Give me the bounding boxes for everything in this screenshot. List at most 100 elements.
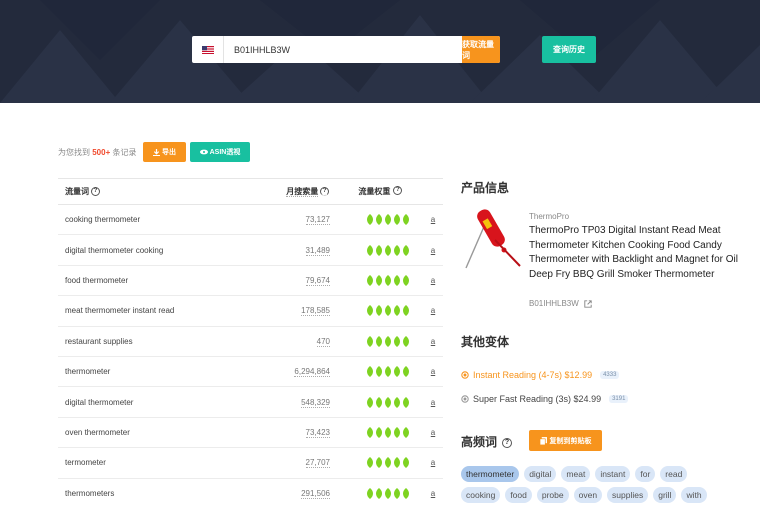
volume-value: 73,127: [305, 215, 330, 226]
amazon-link-icon[interactable]: a: [423, 489, 443, 498]
leaf-icon: [385, 274, 391, 286]
hot-word-tag[interactable]: grill: [653, 487, 677, 503]
help-icon[interactable]: ?: [393, 186, 403, 195]
leaf-icon: [385, 396, 391, 408]
leaf-icon: [403, 305, 409, 317]
table-row[interactable]: oven thermometer 73,423 a: [58, 418, 443, 449]
leaf-icon: [394, 335, 400, 347]
table-row[interactable]: meat thermometer instant read 178,585 a: [58, 296, 443, 327]
volume-cell[interactable]: 79,674: [278, 275, 330, 286]
table-row[interactable]: cooking thermometer 73,127 a: [58, 205, 443, 236]
table-row[interactable]: digital thermometer cooking 31,489 a: [58, 235, 443, 266]
get-keywords-button[interactable]: 获取流量词: [462, 36, 500, 63]
volume-cell[interactable]: 27,707: [278, 458, 330, 469]
amazon-link-icon[interactable]: a: [423, 276, 443, 285]
volume-cell[interactable]: 6,294,864: [278, 367, 330, 378]
table-body: cooking thermometer 73,127 a digital thermo…: [58, 205, 443, 507]
variant-item[interactable]: Instant Reading (4-7s) $12.99 4333: [461, 370, 620, 380]
hot-word-tag[interactable]: instant: [595, 466, 631, 482]
amazon-link-icon[interactable]: a: [423, 398, 443, 407]
amazon-link-icon[interactable]: a: [423, 215, 443, 224]
found-count: 500+: [92, 148, 111, 157]
table-row[interactable]: thermometers 291,506 a: [58, 479, 443, 507]
hot-word-tag[interactable]: food: [505, 487, 532, 503]
hot-word-tag[interactable]: probe: [536, 487, 569, 503]
us-flag-icon[interactable]: [192, 36, 224, 63]
leaf-icon: [367, 244, 373, 256]
table-row[interactable]: digital thermometer 548,329 a: [58, 387, 443, 418]
table-row[interactable]: thermometer 6,294,864 a: [58, 357, 443, 388]
copy-to-clipboard-button[interactable]: 复制到剪贴板: [529, 430, 602, 451]
volume-value: 79,674: [305, 275, 330, 286]
volume-cell[interactable]: 73,423: [278, 427, 330, 438]
leaf-icon: [385, 214, 391, 226]
help-icon[interactable]: ?: [320, 187, 330, 197]
leaf-icon: [403, 335, 409, 347]
col-weight: 流量权重?: [352, 186, 443, 197]
volume-cell[interactable]: 470: [278, 336, 330, 347]
asin-search-input[interactable]: [224, 37, 462, 62]
keyword-cell[interactable]: digital thermometer: [58, 398, 278, 407]
hot-word-tag[interactable]: meat: [561, 466, 591, 482]
weight-cell: [330, 244, 423, 256]
volume-cell[interactable]: 178,585: [278, 306, 330, 317]
radio-icon: [461, 395, 469, 403]
keyword-cell[interactable]: digital thermometer cooking: [58, 246, 278, 255]
leaf-icon: [376, 366, 382, 378]
hot-word-tag[interactable]: cooking: [461, 487, 501, 503]
weight-cell: [330, 426, 423, 438]
variant-item[interactable]: Super Fast Reading (3s) $24.99 3191: [461, 394, 629, 404]
keyword-cell[interactable]: meat thermometer instant read: [58, 306, 278, 315]
hot-word-tag[interactable]: digital: [524, 466, 557, 482]
table-row[interactable]: termometer 27,707 a: [58, 448, 443, 479]
leaf-icon: [394, 214, 400, 226]
volume-cell[interactable]: 73,127: [278, 215, 330, 226]
leaf-icon: [367, 426, 373, 438]
hot-word-tag[interactable]: read: [660, 466, 688, 482]
keyword-cell[interactable]: termometer: [58, 458, 278, 467]
keyword-cell[interactable]: food thermometer: [58, 276, 278, 285]
weight-cell: [330, 305, 423, 317]
export-button[interactable]: 导出: [143, 142, 186, 162]
amazon-link-icon[interactable]: a: [423, 428, 443, 437]
product-brand[interactable]: ThermoPro: [529, 212, 569, 221]
leaf-icon: [403, 426, 409, 438]
hot-word-tag[interactable]: for: [635, 466, 656, 482]
hot-word-tag[interactable]: oven: [573, 487, 603, 503]
hot-word-tag[interactable]: with: [681, 487, 707, 503]
table-row[interactable]: restaurant supplies 470 a: [58, 327, 443, 357]
help-icon[interactable]: ?: [502, 437, 513, 448]
amazon-link-icon[interactable]: a: [423, 306, 443, 315]
amazon-link-icon[interactable]: a: [423, 458, 443, 467]
keyword-cell[interactable]: thermometer: [58, 367, 278, 376]
help-icon[interactable]: ?: [91, 187, 100, 197]
amazon-link-icon[interactable]: a: [423, 367, 443, 376]
keyword-cell[interactable]: restaurant supplies: [58, 337, 278, 346]
found-prefix: 为您找到: [58, 148, 90, 157]
leaf-icon: [403, 214, 409, 226]
keyword-cell[interactable]: oven thermometer: [58, 428, 278, 437]
query-history-button[interactable]: 查询历史: [542, 36, 596, 63]
leaf-icon: [367, 214, 373, 226]
product-asin[interactable]: B01IHHLB3W: [529, 299, 592, 308]
hot-word-tag[interactable]: supplies: [607, 487, 649, 503]
hot-words-list: thermometer digital meat instant for read cook…: [461, 466, 721, 503]
keyword-cell[interactable]: cooking thermometer: [58, 215, 278, 224]
hot-word-tag[interactable]: thermometer: [461, 466, 520, 482]
volume-cell[interactable]: 31,489: [278, 245, 330, 256]
product-thumbnail[interactable]: [462, 208, 524, 270]
leaf-icon: [367, 396, 373, 408]
volume-cell[interactable]: 548,329: [278, 397, 330, 408]
asin-text: B01IHHLB3W: [529, 299, 579, 308]
amazon-link-icon[interactable]: a: [423, 337, 443, 346]
keyword-cell[interactable]: thermometers: [58, 489, 278, 498]
amazon-link-icon[interactable]: a: [423, 246, 443, 255]
leaf-icon: [376, 274, 382, 286]
volume-cell[interactable]: 291,506: [278, 488, 330, 499]
leaf-icon: [376, 426, 382, 438]
table-row[interactable]: food thermometer 79,674 a: [58, 266, 443, 297]
product-title[interactable]: ThermoPro TP03 Digital Instant Read Meat…: [529, 224, 739, 282]
variant-label: Super Fast Reading (3s) $24.99: [473, 394, 602, 404]
asin-view-button[interactable]: ASIN透视: [190, 142, 250, 162]
external-link-icon[interactable]: [584, 300, 592, 308]
